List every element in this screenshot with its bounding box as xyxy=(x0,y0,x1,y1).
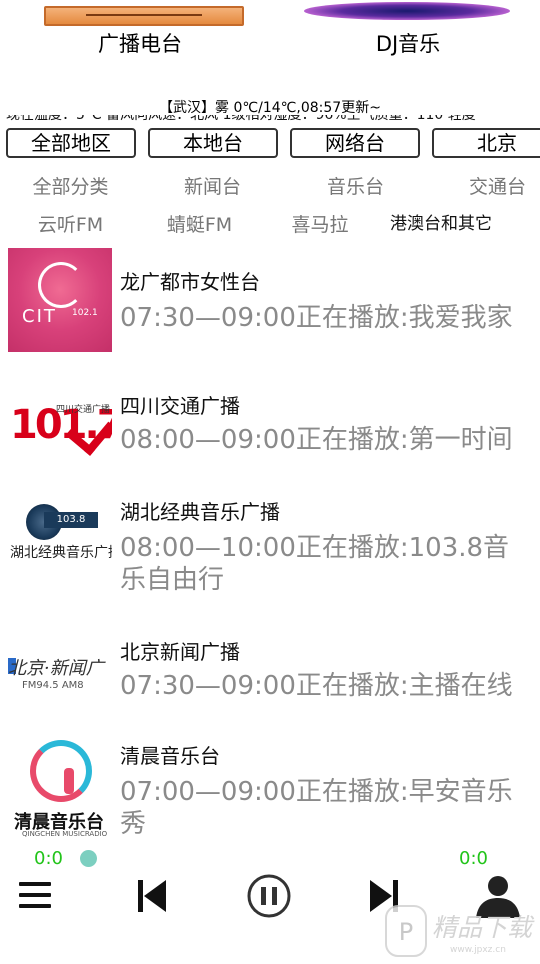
tab-local[interactable]: 本地台 xyxy=(148,128,278,158)
station-name: 清晨音乐台 xyxy=(120,744,220,768)
seek-handle[interactable] xyxy=(80,850,97,867)
watermark-subtext: www.jpxz.cn xyxy=(450,945,506,955)
category-hk-macau-other[interactable]: 港澳台和其它 xyxy=(390,209,530,234)
logo-circle-shape xyxy=(30,740,92,802)
skip-previous-icon[interactable] xyxy=(130,872,178,920)
pause-icon[interactable] xyxy=(243,872,291,920)
station-name: 湖北经典音乐广播 xyxy=(120,500,280,524)
station-logo: 清晨音乐台 QINGCHEN MUSICRADIO xyxy=(8,738,112,842)
logo-dot-shape xyxy=(64,768,74,794)
logo-ring-shape xyxy=(38,262,84,308)
station-row[interactable]: CIT 102.1 龙广都市女性台 07:30—09:00正在播放:我爱我家 xyxy=(0,248,540,368)
logo-frequency: 102.1 xyxy=(72,308,98,318)
station-name: 龙广都市女性台 xyxy=(120,270,260,294)
category-yunting-fm[interactable]: 云听FM xyxy=(3,210,138,237)
dj-tile-label: DJ音乐 xyxy=(375,32,441,56)
total-time: 0:0 xyxy=(459,848,488,869)
station-row[interactable]: 清晨音乐台 QINGCHEN MUSICRADIO 清晨音乐台 07:00—09… xyxy=(0,738,540,858)
dj-music-tile[interactable]: DJ音乐 xyxy=(298,0,518,56)
category-ximalaya[interactable]: 喜马拉 xyxy=(280,210,360,237)
watermark-text: 精品下载 xyxy=(432,913,535,942)
category-music[interactable]: 音乐台 xyxy=(288,172,423,199)
menu-icon[interactable] xyxy=(16,872,64,920)
category-qingting-fm[interactable]: 蜻蜓FM xyxy=(132,210,267,237)
station-row[interactable]: 101.7 四川交通广播 四川交通广播 08:00—09:00正在播放:第一时间 xyxy=(0,372,540,492)
weather-details: 现在温度：5°C 雷风向风速：北风 1级相对湿度：96%空气质量：110 轻度 xyxy=(6,115,540,123)
logo-frequency: 103.8 xyxy=(44,512,98,528)
radio-banner-image xyxy=(44,6,244,26)
svg-text:P: P xyxy=(399,918,413,946)
dj-banner-image xyxy=(304,2,510,20)
radio-tile-label: 广播电台 xyxy=(98,32,182,56)
logo-subtitle: 四川交通广播 xyxy=(56,405,111,415)
station-name: 四川交通广播 xyxy=(120,394,240,418)
station-name: 北京新闻广播 xyxy=(120,640,240,664)
station-logo: 北京·新闻广 FM94.5 AM8 xyxy=(8,618,112,722)
category-news[interactable]: 新闻台 xyxy=(145,172,280,199)
now-playing: 07:30—09:00正在播放:主播在线 xyxy=(120,671,513,701)
radio-tile[interactable]: 广播电台 xyxy=(30,0,250,56)
watermark-logo: P 精品下载 www.jpxz.cn xyxy=(384,902,540,960)
logo-text: 湖北经典音乐广播 xyxy=(10,545,112,561)
tab-beijing[interactable]: 北京 xyxy=(432,128,540,158)
station-logo: 101.7 四川交通广播 xyxy=(8,372,112,476)
tab-all-regions[interactable]: 全部地区 xyxy=(6,128,136,158)
now-playing: 07:00—09:00正在播放:早安音乐秀 xyxy=(120,777,513,839)
logo-frequency: FM94.5 AM8 xyxy=(22,680,84,691)
tab-network[interactable]: 网络台 xyxy=(290,128,420,158)
station-logo: 103.8 湖北经典音乐广播 xyxy=(8,478,112,582)
weather-details-text: 现在温度：5°C 雷风向风速：北风 1级相对湿度：96%空气质量：110 轻度 xyxy=(6,115,476,123)
logo-text: CIT xyxy=(22,306,57,327)
category-all[interactable]: 全部分类 xyxy=(3,172,138,199)
now-playing: 07:30—09:00正在播放:我爱我家 xyxy=(120,303,513,333)
logo-text: 北京·新闻广 xyxy=(8,658,104,679)
station-logo: CIT 102.1 xyxy=(8,248,112,352)
logo-subtitle: QINGCHEN MUSICRADIO xyxy=(22,830,108,838)
station-row[interactable]: 103.8 湖北经典音乐广播 湖北经典音乐广播 08:00—10:00正在播放:… xyxy=(0,478,540,598)
station-row[interactable]: 北京·新闻广 FM94.5 AM8 北京新闻广播 07:30—09:00正在播放… xyxy=(0,618,540,738)
now-playing: 08:00—10:00正在播放:103.8音乐自由行 xyxy=(120,533,510,595)
weather-summary: 【武汉】雾 0℃/14℃,08:57更新~ xyxy=(159,100,381,116)
category-traffic[interactable]: 交通台 xyxy=(430,172,540,199)
elapsed-time: 0:0 xyxy=(34,848,63,869)
now-playing: 08:00—09:00正在播放:第一时间 xyxy=(120,425,513,455)
